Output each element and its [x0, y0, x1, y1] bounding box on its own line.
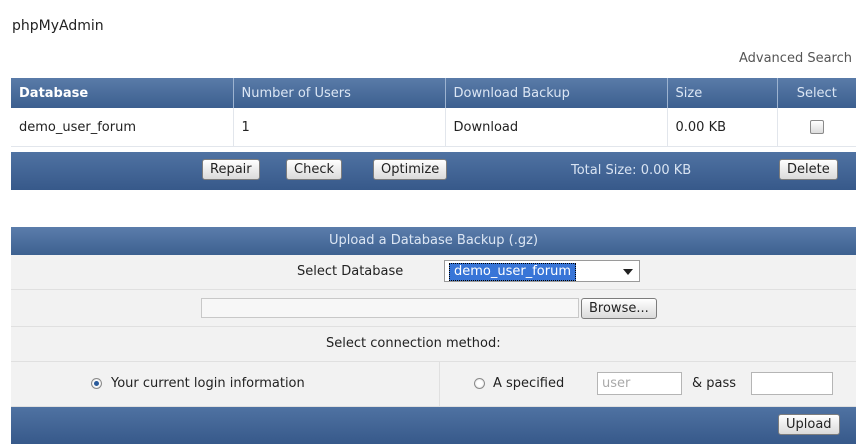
- upload-bar: Upload: [11, 407, 856, 444]
- database-table: Database Number of Users Download Backup…: [11, 78, 856, 147]
- column-header-select: Select: [777, 78, 856, 108]
- database-select[interactable]: demo_user_forum: [444, 260, 640, 282]
- column-header-users[interactable]: Number of Users: [233, 78, 446, 108]
- total-size: Total Size: 0.00 KB: [571, 163, 692, 178]
- column-header-database[interactable]: Database: [11, 78, 234, 108]
- select-checkbox[interactable]: [809, 120, 824, 134]
- size-cell: 0.00 KB: [667, 108, 778, 147]
- check-button[interactable]: Check: [286, 159, 342, 180]
- optimize-button[interactable]: Optimize: [373, 159, 448, 180]
- specified-login-label: A specified: [493, 376, 565, 391]
- actions-bar: Repair Check Optimize Total Size: 0.00 K…: [11, 152, 856, 190]
- app-title: phpMyAdmin: [12, 18, 104, 34]
- divider: [439, 362, 440, 406]
- connection-options-row: Your current login information A specifi…: [11, 362, 856, 407]
- download-link[interactable]: Download: [445, 108, 668, 147]
- database-name-cell: demo_user_forum: [11, 108, 234, 147]
- connection-label-row: Select connection method:: [11, 327, 856, 362]
- specified-login-radio[interactable]: [474, 378, 485, 389]
- select-database-label: Select Database: [297, 264, 404, 279]
- upload-section-title: Upload a Database Backup (.gz): [11, 227, 856, 255]
- current-login-radio[interactable]: [91, 378, 102, 389]
- select-cell: [777, 108, 856, 147]
- column-header-size[interactable]: Size: [667, 78, 778, 108]
- connection-method-label: Select connection method:: [326, 336, 501, 351]
- pass-label: & pass: [692, 376, 737, 391]
- select-database-row: Select Database demo_user_forum: [11, 255, 856, 290]
- delete-button[interactable]: Delete: [779, 159, 838, 180]
- upload-button[interactable]: Upload: [778, 414, 840, 435]
- pass-input[interactable]: [751, 372, 833, 395]
- users-count-cell: 1: [233, 108, 446, 147]
- database-select-value: demo_user_forum: [449, 263, 576, 281]
- browse-button[interactable]: Browse...: [581, 298, 657, 319]
- user-input[interactable]: [597, 372, 682, 395]
- chevron-down-icon: [623, 269, 633, 275]
- advanced-search-link[interactable]: Advanced Search: [739, 51, 852, 66]
- repair-button[interactable]: Repair: [202, 159, 260, 180]
- file-row: Browse...: [11, 290, 856, 327]
- file-path-input[interactable]: [201, 298, 579, 318]
- current-login-label: Your current login information: [111, 376, 305, 391]
- table-row: demo_user_forum 1 Download 0.00 KB: [11, 108, 856, 147]
- column-header-backup[interactable]: Download Backup: [445, 78, 668, 108]
- table-header-row: Database Number of Users Download Backup…: [11, 78, 856, 108]
